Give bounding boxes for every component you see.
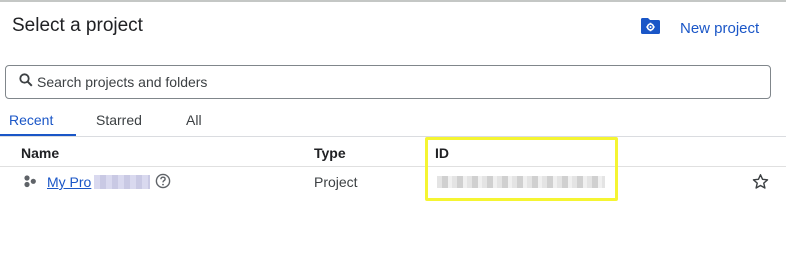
column-header-type: Type xyxy=(314,145,346,161)
project-name-link[interactable]: My Pro xyxy=(47,174,91,190)
tab-recent[interactable]: Recent xyxy=(9,112,53,128)
new-project-label: New project xyxy=(680,20,760,37)
star-icon[interactable] xyxy=(752,173,769,195)
help-icon[interactable] xyxy=(155,173,171,194)
search-field[interactable] xyxy=(5,65,771,99)
search-icon xyxy=(6,72,33,92)
tabs-divider xyxy=(0,136,786,137)
redacted-name xyxy=(94,175,150,189)
tab-all[interactable]: All xyxy=(186,112,202,128)
new-folder-icon xyxy=(640,17,661,40)
dialog-title: Select a project xyxy=(12,15,143,36)
id-column-highlight xyxy=(425,137,618,201)
column-header-name: Name xyxy=(21,145,60,161)
header-divider xyxy=(0,166,786,167)
project-type: Project xyxy=(314,174,358,190)
top-border xyxy=(0,0,786,2)
new-project-button[interactable]: New project xyxy=(640,17,759,40)
tab-starred[interactable]: Starred xyxy=(96,112,142,128)
search-input[interactable] xyxy=(37,74,737,90)
project-icon xyxy=(23,174,37,193)
